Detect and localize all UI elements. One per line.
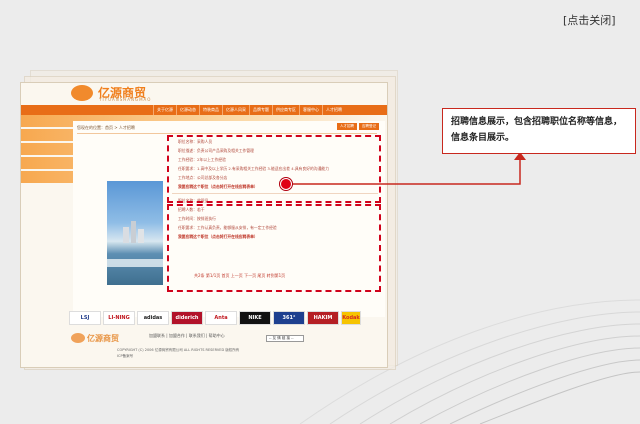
brand-logo[interactable]: diderich	[171, 311, 203, 325]
nav-item-people[interactable]: 亿源人风采	[222, 105, 249, 115]
nav-item-news[interactable]: 亿源动态	[176, 105, 199, 115]
callout-text-line-2: 信息条目展示。	[451, 133, 515, 143]
brand-logo[interactable]: Anta	[205, 311, 237, 325]
nav-item-recruitment[interactable]: 人才招聘	[322, 105, 345, 115]
close-button[interactable]: [点击关闭]	[563, 12, 616, 28]
annotation-callout: 招聘信息展示，包含招聘职位名称等信息， 信息条目展示。	[442, 108, 636, 154]
main-nav: 关于亿源 亿源动态 特装商品 亿源人风采 品牌专题 供应商专区 客服中心 人才招…	[21, 105, 387, 115]
highlight-box-job-1	[167, 135, 381, 203]
nav-item-suppliers[interactable]: 供应商专区	[272, 105, 299, 115]
site-logo-subtext: YIYUANSHANGMAO	[99, 97, 152, 102]
breadcrumb: 您现在的位置：首页 > 人才招聘	[77, 125, 135, 130]
footer-links[interactable]: 加盟联系 | 加盟合作 | 联系我们 | 帮助中心	[149, 333, 225, 339]
sub-tabs: 人才招聘 应聘登记	[335, 123, 379, 130]
divider	[77, 133, 377, 134]
brand-logo[interactable]: 361°	[273, 311, 305, 325]
tab-application[interactable]: 应聘登记	[359, 123, 379, 130]
icp-text: ICP备案号	[117, 354, 134, 358]
footer-logo-icon	[71, 333, 85, 343]
nav-item-service[interactable]: 客服中心	[299, 105, 322, 115]
copyright: COPYRIGHT (C) 2006 亿源商贸有限公司 ALL RIGHTS R…	[117, 347, 239, 359]
logo-icon	[71, 85, 93, 101]
site-header: 亿源商贸 YIYUANSHANGMAO	[21, 83, 387, 105]
nav-item-about[interactable]: 关于亿源	[153, 105, 176, 115]
highlight-box-job-2	[167, 204, 381, 292]
annotation-marker-icon	[280, 178, 292, 190]
city-beach-photo	[107, 181, 163, 285]
brand-logo[interactable]: adidas	[137, 311, 169, 325]
brand-logo[interactable]: NIKE	[239, 311, 271, 325]
brand-logo[interactable]: LSJ	[69, 311, 101, 325]
brand-logo[interactable]: Kodak	[341, 311, 361, 325]
tab-recruitment[interactable]: 人才招聘	[337, 123, 357, 130]
nav-item-products[interactable]: 特装商品	[199, 105, 222, 115]
brand-logo[interactable]: LI-NING	[103, 311, 135, 325]
nav-item-brands[interactable]: 品牌专题	[249, 105, 272, 115]
copyright-text: COPYRIGHT (C) 2006 亿源商贸有限公司 ALL RIGHTS R…	[117, 348, 240, 352]
callout-text-line-1: 招聘信息展示，包含招聘职位名称等信息，	[451, 117, 623, 127]
brand-logo-strip: LSJ LI-NING adidas diderich Anta NIKE 36…	[21, 311, 387, 331]
footer-logo-text: 亿源商贸	[87, 334, 119, 343]
brand-logo[interactable]: HAKIM	[307, 311, 339, 325]
friend-links-select[interactable]: -- 友 情 链 接 --	[266, 335, 304, 342]
